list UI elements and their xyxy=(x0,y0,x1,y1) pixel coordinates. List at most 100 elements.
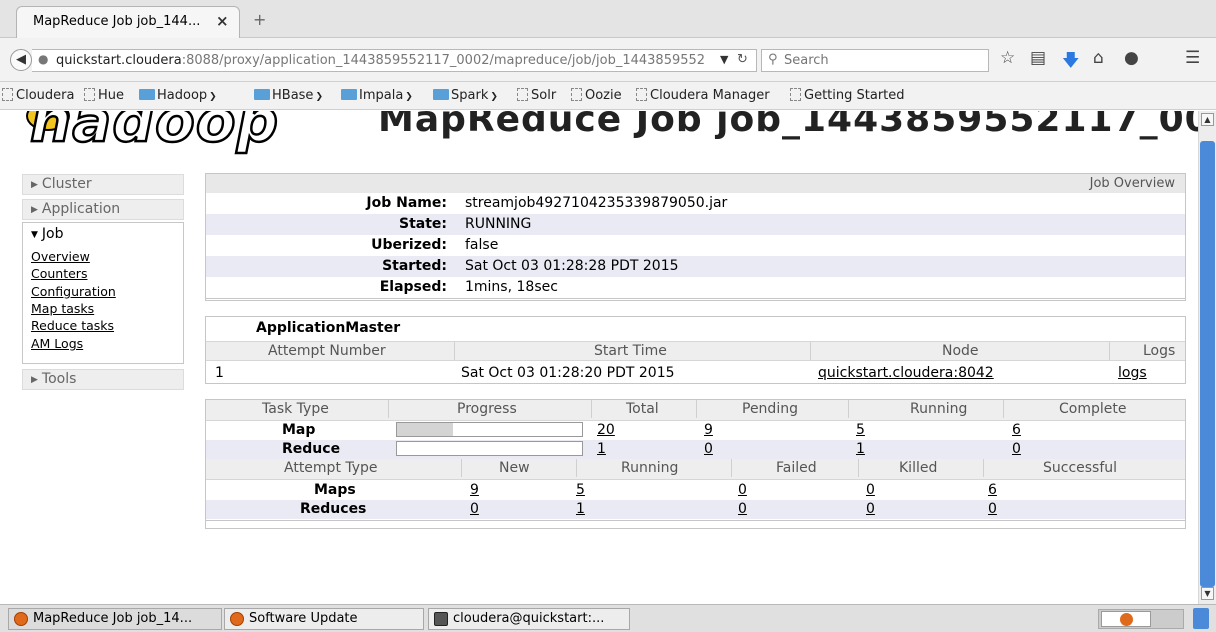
column-header[interactable]: New xyxy=(499,460,530,476)
back-icon[interactable]: ◀ xyxy=(10,49,32,71)
vertical-scrollbar[interactable]: ▲ ▼ xyxy=(1198,111,1216,604)
scroll-down-icon[interactable]: ▼ xyxy=(1201,587,1214,600)
url-text[interactable]: quickstart.cloudera:8088/proxy/applicati… xyxy=(56,53,721,68)
attempt-number: 1 xyxy=(215,365,224,381)
firefox-icon xyxy=(14,612,28,626)
reduce-running-link[interactable]: 1 xyxy=(856,441,865,457)
logs-link[interactable]: logs xyxy=(1118,365,1147,381)
column-header[interactable]: Start Time xyxy=(594,343,667,359)
bookmark-oozie[interactable]: Oozie xyxy=(571,88,622,103)
menu-icon[interactable]: ☰ xyxy=(1185,48,1200,68)
home-icon[interactable]: ⌂ xyxy=(1093,48,1104,68)
attempt-row-maps: Maps 9 5 0 0 6 xyxy=(314,482,997,498)
search-box[interactable]: ⚲ xyxy=(761,49,989,72)
caret-right-icon: ▶ xyxy=(31,375,38,385)
maps-successful-link[interactable]: 6 xyxy=(988,482,997,498)
nav-link-counters[interactable]: Counters xyxy=(31,266,87,281)
star-icon[interactable]: ☆ xyxy=(1000,48,1015,68)
bookmark-folder-hadoop[interactable]: Hadoop ❯ xyxy=(139,88,217,103)
taskbar-item-firefox-job[interactable]: MapReduce Job job_14... xyxy=(8,608,222,630)
maps-failed-link[interactable]: 0 xyxy=(738,482,747,498)
column-header[interactable]: Running xyxy=(621,460,678,476)
column-header[interactable]: Attempt Number xyxy=(268,343,386,359)
map-total-link[interactable]: 20 xyxy=(597,422,615,438)
scrollbar-thumb[interactable] xyxy=(1200,141,1215,587)
download-icon[interactable]: 🡇 xyxy=(1062,48,1079,77)
maps-killed-link[interactable]: 0 xyxy=(866,482,875,498)
column-header[interactable]: Running xyxy=(910,401,967,417)
application-master-header: Attempt Number Start Time Node Logs xyxy=(206,341,1185,361)
close-tab-icon[interactable]: × xyxy=(216,12,229,30)
maps-running-link[interactable]: 5 xyxy=(576,482,585,498)
search-icon: ⚲ xyxy=(768,52,778,67)
map-complete-link[interactable]: 6 xyxy=(1012,422,1021,438)
column-header[interactable]: Failed xyxy=(776,460,817,476)
url-bar[interactable]: ● quickstart.cloudera:8088/proxy/applica… xyxy=(32,49,757,72)
node-link[interactable]: quickstart.cloudera:8042 xyxy=(818,365,994,381)
column-header[interactable]: Total xyxy=(626,401,659,417)
caret-down-icon: ▼ xyxy=(31,230,38,240)
bookmark-folder-hbase[interactable]: HBase ❯ xyxy=(254,88,323,103)
taskbar-item-terminal[interactable]: cloudera@quickstart:... xyxy=(428,608,630,630)
bookmark-hue[interactable]: Hue xyxy=(84,88,124,103)
caret-right-icon: ▶ xyxy=(31,205,38,215)
column-header[interactable]: Successful xyxy=(1043,460,1117,476)
nav-link-overview[interactable]: Overview xyxy=(31,249,90,264)
nav-tools[interactable]: ▶ Tools xyxy=(22,369,184,390)
terminal-icon xyxy=(434,612,448,626)
task-row-map: Map 20 9 5 6 xyxy=(282,422,1021,438)
map-pending-link[interactable]: 9 xyxy=(704,422,713,438)
column-header[interactable]: Complete xyxy=(1059,401,1126,417)
nav-link-reduce-tasks[interactable]: Reduce tasks xyxy=(31,318,114,333)
nav-link-map-tasks[interactable]: Map tasks xyxy=(31,301,94,316)
attempt-row-reduces: Reduces 0 1 0 0 0 xyxy=(206,500,1185,519)
site-identity-icon[interactable]: ● xyxy=(38,52,48,66)
column-header[interactable]: Node xyxy=(942,343,979,359)
tab-mapreduce-job[interactable]: MapReduce Job job_144... × xyxy=(16,6,240,38)
reduces-failed-link[interactable]: 0 xyxy=(738,501,747,517)
bookmark-folder-spark[interactable]: Spark ❯ xyxy=(433,88,498,103)
nav-job[interactable]: ▼ Job xyxy=(23,223,183,245)
nav-application[interactable]: ▶ Application xyxy=(22,199,184,220)
map-progress-bar xyxy=(396,422,583,437)
column-header[interactable]: Killed xyxy=(899,460,937,476)
new-tab-icon[interactable]: + xyxy=(253,10,266,29)
trash-icon[interactable] xyxy=(1193,608,1209,629)
nav-link-am-logs[interactable]: AM Logs xyxy=(31,336,83,351)
reduce-complete-link[interactable]: 0 xyxy=(1012,441,1021,457)
search-input[interactable] xyxy=(784,52,984,69)
os-taskbar: MapReduce Job job_14... Software Update … xyxy=(0,604,1216,632)
column-header[interactable]: Pending xyxy=(742,401,798,417)
chat-icon[interactable]: ● xyxy=(1124,48,1139,68)
bookmark-cloudera[interactable]: Cloudera xyxy=(2,88,74,103)
reduces-successful-link[interactable]: 0 xyxy=(988,501,997,517)
hadoop-logo[interactable]: hadoop xyxy=(29,111,280,156)
caret-right-icon: ▶ xyxy=(31,180,38,190)
bookmark-solr[interactable]: Solr xyxy=(517,88,556,103)
reading-list-icon[interactable]: ▤ xyxy=(1030,48,1046,68)
reduces-running-link[interactable]: 1 xyxy=(576,501,585,517)
reduce-total-link[interactable]: 1 xyxy=(597,441,606,457)
url-history-dropdown-icon[interactable]: ▼ xyxy=(720,53,728,66)
bookmark-folder-impala[interactable]: Impala ❯ xyxy=(341,88,413,103)
nav-cluster[interactable]: ▶ Cluster xyxy=(22,174,184,195)
column-header[interactable]: Logs xyxy=(1143,343,1175,359)
column-header[interactable]: Attempt Type xyxy=(284,460,378,476)
nav-link-configuration[interactable]: Configuration xyxy=(31,284,116,299)
reduce-pending-link[interactable]: 0 xyxy=(704,441,713,457)
scroll-up-icon[interactable]: ▲ xyxy=(1201,113,1214,126)
reload-icon[interactable]: ↻ xyxy=(737,52,748,67)
reduces-new-link[interactable]: 0 xyxy=(470,501,479,517)
tasks-table: Task Type Progress Total Pending Running… xyxy=(205,399,1186,529)
taskbar-item-software-update[interactable]: Software Update xyxy=(224,608,424,630)
bookmark-cloudera-manager[interactable]: Cloudera Manager xyxy=(636,88,770,103)
reduces-killed-link[interactable]: 0 xyxy=(866,501,875,517)
column-header[interactable]: Task Type xyxy=(262,401,329,417)
column-header[interactable]: Progress xyxy=(457,401,517,417)
map-running-link[interactable]: 5 xyxy=(856,422,865,438)
table-row: 1 Sat Oct 03 01:28:20 PDT 2015 quickstar… xyxy=(206,362,1185,384)
maps-new-link[interactable]: 9 xyxy=(470,482,479,498)
bookmark-getting-started[interactable]: Getting Started xyxy=(790,88,905,103)
workspace-1[interactable] xyxy=(1101,611,1151,627)
workspace-switcher[interactable] xyxy=(1098,609,1184,629)
